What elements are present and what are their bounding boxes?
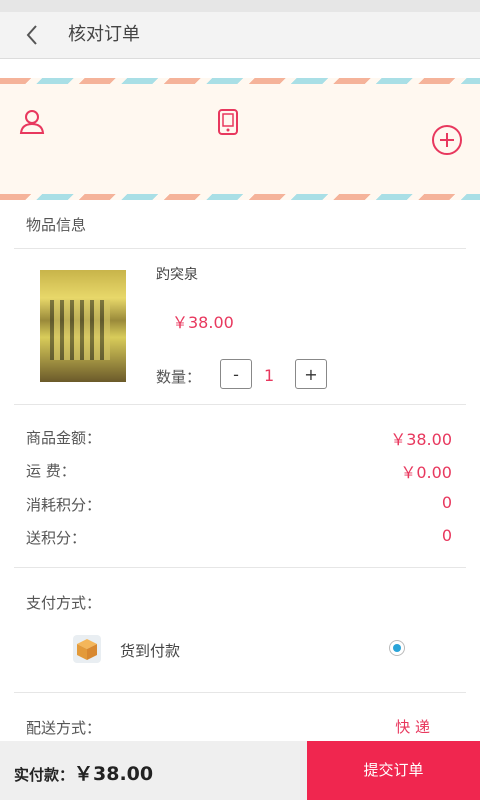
product-price: ￥38.00 bbox=[172, 313, 234, 332]
phone-icon bbox=[218, 109, 238, 135]
quantity-value: 1 bbox=[264, 366, 275, 385]
person-icon bbox=[19, 110, 45, 134]
envelope-stripe-top bbox=[0, 78, 480, 84]
quantity-minus-button[interactable]: - bbox=[220, 359, 252, 389]
package-icon bbox=[73, 635, 101, 663]
submit-order-button[interactable]: 提交订单 bbox=[307, 741, 480, 800]
points-earned-label: 送积分： bbox=[26, 529, 87, 547]
quantity-plus-button[interactable]: + bbox=[295, 359, 327, 389]
shipping-fee-label: 运 费： bbox=[26, 462, 76, 480]
payment-method-title: 支付方式： bbox=[26, 594, 102, 612]
payment-option-radio[interactable] bbox=[389, 640, 405, 656]
points-used-label: 消耗积分： bbox=[26, 496, 102, 514]
delivery-method-value[interactable]: 快 递 bbox=[395, 716, 430, 737]
app-header: 核对订单 bbox=[0, 12, 480, 59]
product-name: 趵突泉 bbox=[156, 267, 198, 283]
subtotal-value: ￥38.00 bbox=[390, 430, 452, 449]
total-label: 实付款： bbox=[14, 766, 75, 784]
chevron-left-icon bbox=[26, 25, 37, 45]
total-amount: ￥38.00 bbox=[74, 763, 154, 785]
checkout-bar: 实付款：￥38.00 提交订单 bbox=[0, 741, 480, 800]
quantity-label: 数量： bbox=[156, 368, 202, 386]
divider bbox=[14, 248, 466, 249]
address-card[interactable] bbox=[0, 78, 480, 200]
divider bbox=[14, 692, 466, 693]
items-section-title: 物品信息 bbox=[26, 216, 87, 234]
product-image[interactable] bbox=[40, 270, 126, 382]
subtotal-label: 商品金额： bbox=[26, 429, 102, 447]
total-payment: 实付款：￥38.00 bbox=[14, 759, 153, 786]
add-circle-icon[interactable] bbox=[431, 124, 463, 156]
payment-option-label[interactable]: 货到付款 bbox=[120, 640, 180, 661]
envelope-stripe-bottom bbox=[0, 194, 480, 200]
delivery-method-title: 配送方式： bbox=[26, 719, 102, 737]
shipping-fee-value: ￥0.00 bbox=[400, 463, 452, 482]
points-used-value: 0 bbox=[441, 493, 452, 512]
back-button[interactable] bbox=[20, 20, 48, 50]
status-bar bbox=[0, 0, 480, 12]
page-title: 核对订单 bbox=[68, 24, 140, 45]
divider bbox=[14, 567, 466, 568]
points-earned-value: 0 bbox=[441, 526, 452, 545]
divider bbox=[14, 404, 466, 405]
